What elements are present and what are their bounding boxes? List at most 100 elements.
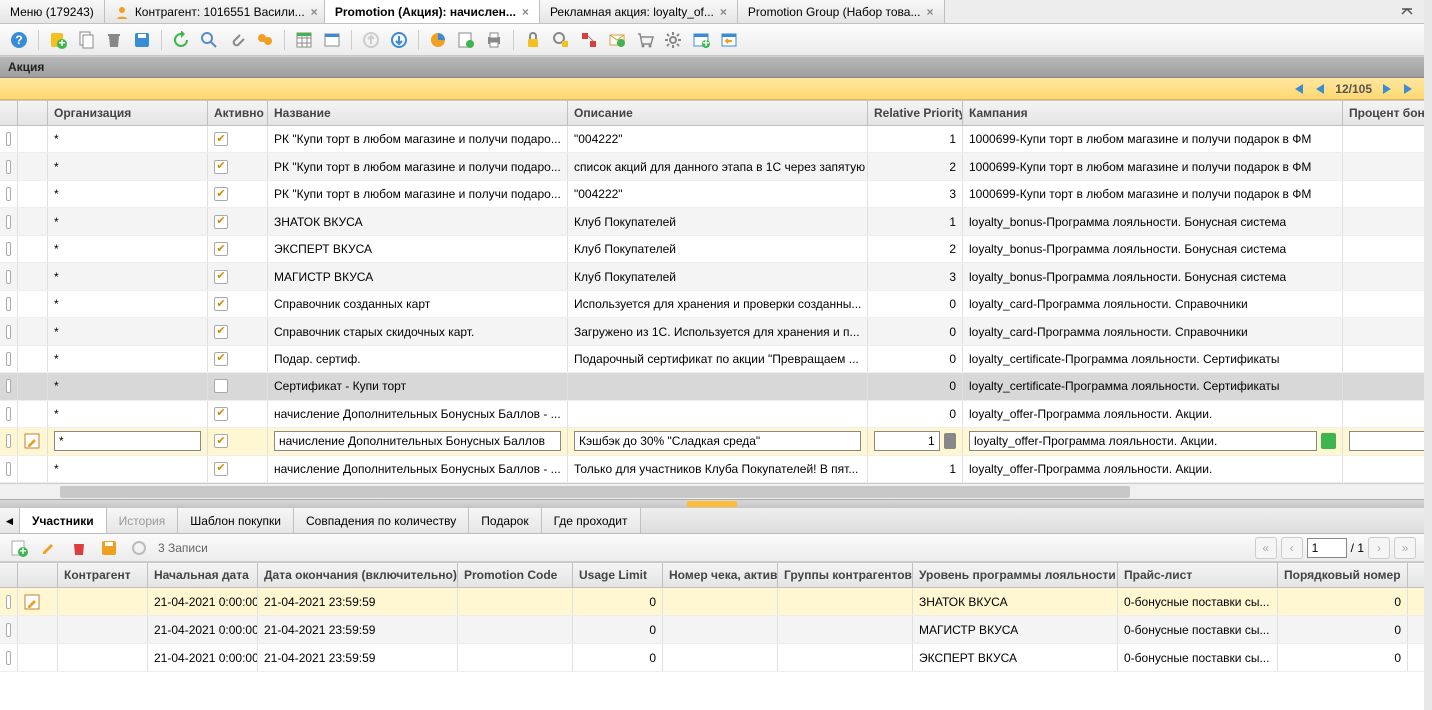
active-checkbox[interactable] bbox=[214, 462, 228, 476]
copy-icon[interactable] bbox=[75, 29, 97, 51]
detail-col-header[interactable]: Дата окончания (включительно) bbox=[258, 563, 458, 587]
arrow-up-icon[interactable] bbox=[360, 29, 382, 51]
detail-row[interactable]: 21-04-2021 0:00:0021-04-2021 23:59:590МА… bbox=[0, 616, 1424, 644]
detail-col-header[interactable]: Начальная дата bbox=[148, 563, 258, 587]
priority-input[interactable] bbox=[874, 431, 940, 451]
detail-new-icon[interactable]: + bbox=[8, 537, 30, 559]
chat-icon[interactable] bbox=[254, 29, 276, 51]
first-record-icon[interactable] bbox=[1291, 82, 1305, 96]
active-checkbox[interactable] bbox=[214, 160, 228, 174]
table-row[interactable]: *Справочник старых скидочных карт.Загруж… bbox=[0, 318, 1424, 345]
row-checkbox[interactable] bbox=[6, 462, 11, 476]
detail-delete-icon[interactable] bbox=[68, 537, 90, 559]
page-next-icon[interactable]: › bbox=[1368, 537, 1390, 559]
active-checkbox[interactable] bbox=[214, 187, 228, 201]
col-header[interactable]: Организация bbox=[48, 101, 208, 125]
detail-tab-2[interactable]: Шаблон покупки bbox=[178, 508, 294, 533]
detail-col-header[interactable]: Usage Limit bbox=[573, 563, 663, 587]
detail-row[interactable]: 21-04-2021 0:00:0021-04-2021 23:59:590ЭК… bbox=[0, 644, 1424, 672]
active-checkbox[interactable] bbox=[214, 352, 228, 366]
next-record-icon[interactable] bbox=[1380, 82, 1394, 96]
col-header[interactable]: Активно bbox=[208, 101, 268, 125]
detail-row[interactable]: 21-04-2021 0:00:0021-04-2021 23:59:590ЗН… bbox=[0, 588, 1424, 616]
detail-tab-0[interactable]: Участники bbox=[20, 508, 107, 533]
form-icon[interactable] bbox=[321, 29, 343, 51]
arrow-down-icon[interactable] bbox=[388, 29, 410, 51]
page-input[interactable] bbox=[1307, 538, 1347, 558]
attachment-icon[interactable] bbox=[226, 29, 248, 51]
grid-icon[interactable] bbox=[293, 29, 315, 51]
detail-tab-3[interactable]: Совпадения по количеству bbox=[294, 508, 469, 533]
cart-icon[interactable] bbox=[634, 29, 656, 51]
campaign-input[interactable] bbox=[969, 431, 1317, 451]
table-row[interactable]: *РК "Купи торт в любом магазине и получи… bbox=[0, 126, 1424, 153]
row-checkbox[interactable] bbox=[6, 160, 11, 174]
active-checkbox[interactable] bbox=[214, 215, 228, 229]
calc-icon[interactable] bbox=[944, 433, 956, 449]
desc-input[interactable] bbox=[574, 431, 861, 451]
detail-col-header[interactable]: Прайс-лист bbox=[1118, 563, 1278, 587]
detail-col-header[interactable]: Порядковый номер bbox=[1278, 563, 1408, 587]
row-checkbox[interactable] bbox=[6, 595, 11, 609]
prev-record-icon[interactable] bbox=[1313, 82, 1327, 96]
row-checkbox[interactable] bbox=[6, 623, 11, 637]
table-row[interactable]: *МАГИСТР ВКУСАКлуб Покупателей3loyalty_b… bbox=[0, 263, 1424, 290]
table-row[interactable]: *ЭКСПЕРТ ВКУСАКлуб Покупателей2loyalty_b… bbox=[0, 236, 1424, 263]
active-checkbox[interactable] bbox=[214, 132, 228, 146]
col-header[interactable]: Описание bbox=[568, 101, 868, 125]
row-checkbox[interactable] bbox=[6, 325, 11, 339]
tab-1[interactable]: Контрагент: 1016551 Васили...× bbox=[105, 0, 325, 23]
close-icon[interactable]: × bbox=[522, 5, 529, 19]
table-row[interactable] bbox=[0, 428, 1424, 455]
detail-tab-5[interactable]: Где проходит bbox=[542, 508, 641, 533]
zoom-icon[interactable] bbox=[550, 29, 572, 51]
page-last-icon[interactable]: » bbox=[1394, 537, 1416, 559]
active-checkbox[interactable] bbox=[214, 379, 228, 393]
lock-icon[interactable] bbox=[522, 29, 544, 51]
table-row[interactable]: *Сертификат - Купи торт0loyalty_certific… bbox=[0, 373, 1424, 400]
table-row[interactable]: *начисление Дополнительных Бонусных Балл… bbox=[0, 401, 1424, 428]
refresh-icon[interactable] bbox=[170, 29, 192, 51]
expand-tabs-icon[interactable] bbox=[1390, 0, 1424, 23]
close-icon[interactable]: × bbox=[926, 5, 933, 19]
row-checkbox[interactable] bbox=[6, 132, 11, 146]
col-header[interactable]: Процент бону bbox=[1343, 101, 1424, 125]
row-checkbox[interactable] bbox=[6, 379, 11, 393]
table-row[interactable]: *ЗНАТОК ВКУСАКлуб Покупателей1loyalty_bo… bbox=[0, 208, 1424, 235]
col-header[interactable]: Название bbox=[268, 101, 568, 125]
detail-col-header[interactable]: Promotion Code bbox=[458, 563, 573, 587]
delete-icon[interactable] bbox=[103, 29, 125, 51]
detail-col-header[interactable]: Номер чека, активи bbox=[663, 563, 778, 587]
org-input[interactable] bbox=[54, 431, 201, 451]
horizontal-scrollbar[interactable] bbox=[0, 483, 1424, 499]
tabs-scroll-left-icon[interactable]: ◄ bbox=[0, 508, 20, 533]
row-checkbox[interactable] bbox=[6, 187, 11, 201]
grid-body[interactable]: *РК "Купи торт в любом магазине и получи… bbox=[0, 126, 1424, 483]
close-icon[interactable]: × bbox=[311, 5, 318, 19]
new-record-icon[interactable]: + bbox=[47, 29, 69, 51]
col-header[interactable]: Relative Priority bbox=[868, 101, 963, 125]
process-icon[interactable] bbox=[578, 29, 600, 51]
table-row[interactable]: *Подар. сертиф.Подарочный сертификат по … bbox=[0, 346, 1424, 373]
row-checkbox[interactable] bbox=[6, 407, 11, 421]
tab-3[interactable]: Рекламная акция: loyalty_of...× bbox=[540, 0, 738, 23]
detail-save-icon[interactable] bbox=[98, 537, 120, 559]
save-icon[interactable] bbox=[131, 29, 153, 51]
gear-icon[interactable] bbox=[662, 29, 684, 51]
row-checkbox[interactable] bbox=[6, 270, 11, 284]
active-checkbox[interactable] bbox=[214, 407, 228, 421]
splitter[interactable] bbox=[0, 500, 1424, 508]
col-header[interactable] bbox=[18, 101, 48, 125]
col-header[interactable]: Кампания bbox=[963, 101, 1343, 125]
table-row[interactable]: *РК "Купи торт в любом магазине и получи… bbox=[0, 153, 1424, 180]
page-first-icon[interactable]: « bbox=[1255, 537, 1277, 559]
table-row[interactable]: *РК "Купи торт в любом магазине и получи… bbox=[0, 181, 1424, 208]
lookup-icon[interactable] bbox=[1321, 433, 1336, 449]
print-icon[interactable] bbox=[483, 29, 505, 51]
window-new-icon[interactable]: + bbox=[690, 29, 712, 51]
percent-input[interactable] bbox=[1349, 431, 1424, 451]
tab-0[interactable]: Меню (179243) bbox=[0, 0, 105, 23]
name-input[interactable] bbox=[274, 431, 561, 451]
table-row[interactable]: *Справочник созданных картИспользуется д… bbox=[0, 291, 1424, 318]
table-row[interactable]: *начисление Дополнительных Бонусных Балл… bbox=[0, 456, 1424, 483]
